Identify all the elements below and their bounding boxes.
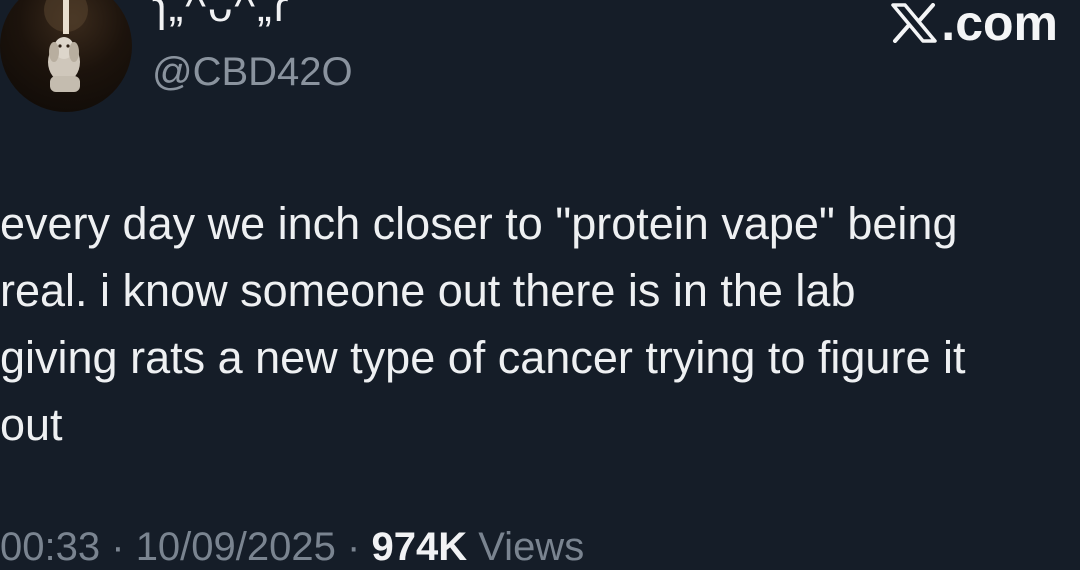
brand-domain-label: .com <box>941 0 1058 51</box>
display-name[interactable]: ɿ„^ᴗ^„ɾ <box>152 0 290 32</box>
x-logo-icon <box>891 3 938 43</box>
tweet-text-line: real. i know someone out there is in the… <box>0 265 856 316</box>
views-count[interactable]: 974K <box>371 525 467 569</box>
tweet-date[interactable]: 10/09/2025 <box>136 525 336 569</box>
tweet-time[interactable]: 00:33 <box>0 525 100 569</box>
tweet-text-line: every day we inch closer to "protein vap… <box>0 198 958 249</box>
meta-separator: · <box>111 525 125 569</box>
meta-separator: · <box>347 525 361 569</box>
avatar[interactable] <box>0 0 132 112</box>
user-handle[interactable]: @CBD42O <box>152 50 353 95</box>
tweet-text: every day we inch closer to "protein vap… <box>0 190 1080 458</box>
tweet-card: ɿ„^ᴗ^„ɾ @CBD42O .com every day we inch c… <box>0 0 1080 569</box>
tweet-text-line: giving rats a new type of cancer trying … <box>0 332 966 383</box>
brand-watermark: .com <box>891 0 1058 52</box>
views-label: Views <box>478 525 585 569</box>
avatar-image <box>44 0 88 92</box>
tweet-text-line: out <box>0 399 63 450</box>
tweet-meta: 00:33 · 10/09/2025 · 974K Views <box>0 525 584 570</box>
